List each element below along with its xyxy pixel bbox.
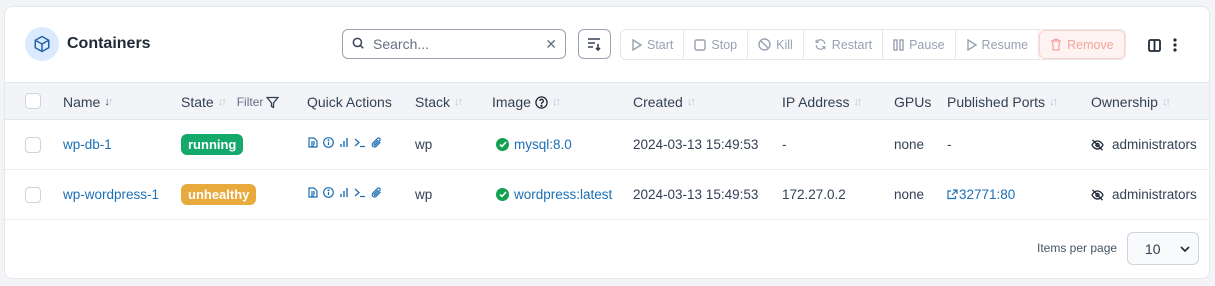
table-header: Name ↓↑ State ↓↑ Filter Quick Actions Stac…	[5, 82, 1209, 120]
container-actions-toolbar: Start Stop Kill Restart Pause Resume Rem…	[620, 29, 1126, 60]
sort-icon: ↓↑	[686, 96, 696, 108]
items-per-page-label: Items per page	[1037, 241, 1118, 255]
trash-icon	[1051, 38, 1062, 51]
play-icon	[632, 38, 642, 51]
page-title: Containers	[67, 35, 151, 52]
status-badge: running	[181, 134, 244, 155]
gpus-cell: none	[894, 137, 925, 152]
pause-icon	[893, 38, 904, 51]
column-ownership[interactable]: Ownership ↓↑	[1091, 94, 1171, 110]
stats-icon[interactable]	[339, 137, 349, 148]
sort-icon: ↓↑	[217, 96, 227, 108]
restart-button[interactable]: Restart	[804, 30, 884, 59]
start-button[interactable]: Start	[621, 30, 685, 59]
state-filter-button[interactable]: Filter	[237, 95, 280, 109]
stack-cell: wp	[415, 137, 433, 152]
sort-options-button[interactable]	[578, 29, 611, 59]
table-row: wp-wordpress-1 unhealthy wp wordpress:la…	[5, 170, 1209, 220]
column-state[interactable]: State ↓↑ Filter	[181, 94, 280, 110]
select-all-checkbox[interactable]	[25, 93, 41, 109]
created-cell: 2024-03-13 15:49:53	[633, 137, 759, 152]
logs-icon[interactable]	[308, 187, 318, 198]
table-row: wp-db-1 running wp mysql:8.0 2024-03-13 …	[5, 120, 1209, 170]
created-cell: 2024-03-13 15:49:53	[633, 187, 759, 202]
image-cell: mysql:8.0	[496, 137, 572, 152]
help-icon	[535, 95, 548, 109]
image-link[interactable]: mysql:8.0	[514, 137, 572, 152]
resume-button[interactable]: Resume	[956, 30, 1040, 59]
remove-button[interactable]: Remove	[1039, 30, 1125, 59]
sort-icon: ↓↑	[1161, 96, 1171, 108]
sort-list-icon	[587, 38, 601, 51]
info-icon[interactable]	[323, 187, 334, 198]
columns-icon[interactable]	[1148, 39, 1161, 55]
console-icon[interactable]	[354, 137, 366, 148]
image-link[interactable]: wordpress:latest	[514, 187, 612, 202]
table-footer: Items per page 10	[5, 221, 1209, 278]
chevron-down-icon	[1180, 245, 1190, 252]
attach-icon[interactable]	[371, 137, 382, 148]
search-placeholder: Search...	[373, 36, 430, 52]
column-created[interactable]: Created ↓↑	[633, 94, 696, 110]
ban-icon	[758, 38, 771, 51]
containers-panel: Containers Search... ✕ Start Stop Kill R…	[4, 6, 1210, 279]
sort-icon: ↓↑	[853, 96, 862, 108]
stop-icon	[694, 38, 707, 51]
eye-off-icon	[1091, 138, 1104, 151]
column-published-ports[interactable]: Published Ports ↓↑	[947, 94, 1058, 110]
sort-icon: ↓↑	[454, 96, 463, 108]
external-link-icon	[947, 189, 958, 200]
ip-cell: 172.27.0.2	[782, 187, 846, 202]
check-circle-icon	[496, 138, 509, 151]
filter-icon	[266, 96, 280, 109]
items-per-page-select[interactable]: 10	[1127, 232, 1199, 265]
clear-search-icon[interactable]: ✕	[545, 36, 557, 53]
check-circle-icon	[496, 188, 509, 201]
column-stack[interactable]: Stack ↓↑	[415, 94, 463, 110]
cube-icon	[25, 27, 59, 61]
more-options-icon[interactable]	[1173, 38, 1177, 55]
quick-actions	[308, 137, 382, 148]
stack-cell: wp	[415, 187, 433, 202]
search-icon	[351, 36, 365, 53]
sort-icon: ↓↑	[1049, 96, 1058, 108]
ports-cell: -	[947, 137, 952, 152]
column-gpus: GPUs	[894, 94, 932, 110]
search-input[interactable]: Search... ✕	[342, 29, 566, 59]
play-icon	[966, 38, 977, 51]
ownership-cell: administrators	[1091, 137, 1197, 152]
column-quick-actions: Quick Actions	[307, 94, 392, 110]
status-badge: unhealthy	[181, 184, 257, 205]
eye-off-icon	[1091, 188, 1104, 201]
ip-cell: -	[782, 137, 787, 152]
panel-header: Containers Search... ✕ Start Stop Kill R…	[5, 7, 1209, 82]
console-icon[interactable]	[354, 187, 366, 198]
pause-button[interactable]: Pause	[883, 30, 956, 59]
refresh-icon	[815, 39, 826, 50]
column-ip-address[interactable]: IP Address ↓↑	[782, 94, 862, 110]
stop-button[interactable]: Stop	[684, 30, 749, 59]
info-icon[interactable]	[323, 137, 334, 148]
gpus-cell: none	[894, 187, 925, 202]
container-name-link[interactable]: wp-db-1	[63, 137, 112, 152]
row-checkbox[interactable]	[25, 137, 41, 153]
sort-desc-icon: ↓↑	[104, 96, 113, 108]
row-checkbox[interactable]	[25, 187, 41, 203]
container-name-link[interactable]: wp-wordpress-1	[63, 187, 159, 202]
sort-icon: ↓↑	[551, 96, 561, 108]
attach-icon[interactable]	[371, 187, 382, 198]
ownership-cell: administrators	[1091, 187, 1197, 202]
image-cell: wordpress:latest	[496, 187, 612, 202]
published-port-link[interactable]: 32771:80	[947, 187, 1015, 202]
kill-button[interactable]: Kill	[748, 30, 804, 59]
stats-icon[interactable]	[339, 187, 349, 198]
quick-actions	[308, 187, 382, 198]
logs-icon[interactable]	[308, 137, 318, 148]
column-image[interactable]: Image ↓↑	[492, 94, 561, 110]
column-name[interactable]: Name ↓↑	[63, 94, 113, 110]
